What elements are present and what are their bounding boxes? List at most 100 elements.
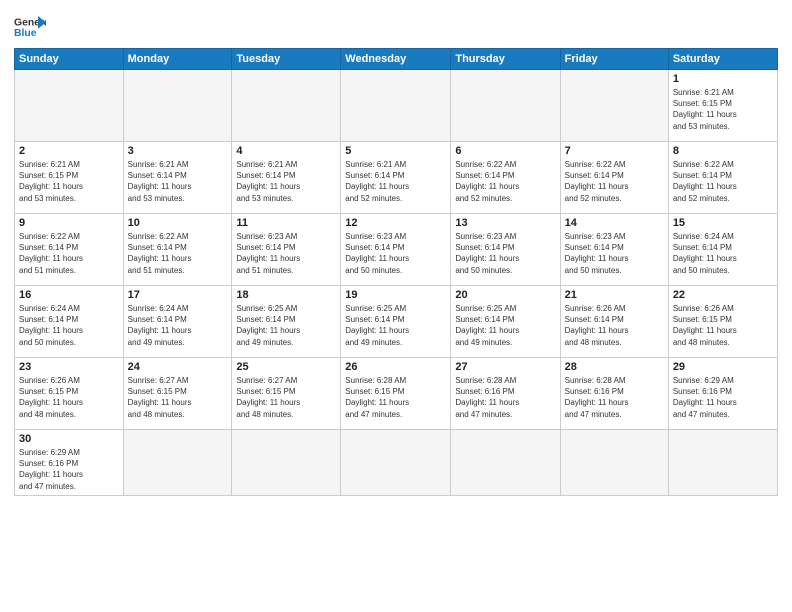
day-info: Sunrise: 6:22 AM Sunset: 6:14 PM Dayligh… xyxy=(673,159,773,204)
header: General Blue xyxy=(14,10,778,42)
day-number: 21 xyxy=(565,289,664,301)
calendar-cell: 16 Sunrise: 6:24 AM Sunset: 6:14 PM Dayli… xyxy=(15,286,124,358)
weekday-header: Monday xyxy=(123,49,232,70)
day-info: Sunrise: 6:24 AM Sunset: 6:14 PM Dayligh… xyxy=(128,303,228,348)
day-number: 1 xyxy=(673,73,773,85)
calendar-cell: 3 Sunrise: 6:21 AM Sunset: 6:14 PM Daylig… xyxy=(123,142,232,214)
day-number: 18 xyxy=(236,289,336,301)
calendar-cell: 17 Sunrise: 6:24 AM Sunset: 6:14 PM Dayli… xyxy=(123,286,232,358)
calendar-cell: 25 Sunrise: 6:27 AM Sunset: 6:15 PM Dayli… xyxy=(232,358,341,430)
day-info: Sunrise: 6:24 AM Sunset: 6:14 PM Dayligh… xyxy=(673,231,773,276)
calendar-cell xyxy=(560,70,668,142)
calendar-cell: 9 Sunrise: 6:22 AM Sunset: 6:14 PM Daylig… xyxy=(15,214,124,286)
day-info: Sunrise: 6:22 AM Sunset: 6:14 PM Dayligh… xyxy=(565,159,664,204)
day-number: 3 xyxy=(128,145,228,157)
day-info: Sunrise: 6:22 AM Sunset: 6:14 PM Dayligh… xyxy=(455,159,555,204)
day-number: 12 xyxy=(345,217,446,229)
day-info: Sunrise: 6:22 AM Sunset: 6:14 PM Dayligh… xyxy=(128,231,228,276)
day-number: 19 xyxy=(345,289,446,301)
svg-text:Blue: Blue xyxy=(14,28,37,39)
day-info: Sunrise: 6:28 AM Sunset: 6:16 PM Dayligh… xyxy=(455,375,555,420)
calendar-cell xyxy=(451,430,560,496)
day-number: 23 xyxy=(19,361,119,373)
calendar-cell: 7 Sunrise: 6:22 AM Sunset: 6:14 PM Daylig… xyxy=(560,142,668,214)
calendar-cell xyxy=(668,430,777,496)
calendar-cell: 14 Sunrise: 6:23 AM Sunset: 6:14 PM Dayli… xyxy=(560,214,668,286)
calendar-cell: 28 Sunrise: 6:28 AM Sunset: 6:16 PM Dayli… xyxy=(560,358,668,430)
weekday-header: Tuesday xyxy=(232,49,341,70)
day-number: 28 xyxy=(565,361,664,373)
day-number: 30 xyxy=(19,433,119,445)
day-info: Sunrise: 6:25 AM Sunset: 6:14 PM Dayligh… xyxy=(236,303,336,348)
day-number: 26 xyxy=(345,361,446,373)
calendar-cell: 13Sunrise: 6:23 AM Sunset: 6:14 PM Dayli… xyxy=(451,214,560,286)
day-info: Sunrise: 6:27 AM Sunset: 6:15 PM Dayligh… xyxy=(128,375,228,420)
calendar-cell: 12 Sunrise: 6:23 AM Sunset: 6:14 PM Dayli… xyxy=(341,214,451,286)
calendar-cell xyxy=(123,430,232,496)
day-info: Sunrise: 6:29 AM Sunset: 6:16 PM Dayligh… xyxy=(19,447,119,492)
day-info: Sunrise: 6:25 AM Sunset: 6:14 PM Dayligh… xyxy=(345,303,446,348)
calendar-cell: 15 Sunrise: 6:24 AM Sunset: 6:14 PM Dayli… xyxy=(668,214,777,286)
day-info: Sunrise: 6:26 AM Sunset: 6:15 PM Dayligh… xyxy=(673,303,773,348)
day-info: Sunrise: 6:28 AM Sunset: 6:16 PM Dayligh… xyxy=(565,375,664,420)
day-info: Sunrise: 6:21 AM Sunset: 6:15 PM Dayligh… xyxy=(673,87,773,132)
calendar-header-row: SundayMondayTuesdayWednesdayThursdayFrid… xyxy=(15,49,778,70)
calendar-cell: 11 Sunrise: 6:23 AM Sunset: 6:14 PM Dayli… xyxy=(232,214,341,286)
day-info: Sunrise: 6:26 AM Sunset: 6:15 PM Dayligh… xyxy=(19,375,119,420)
day-number: 10 xyxy=(128,217,228,229)
calendar-cell xyxy=(560,430,668,496)
weekday-header: Wednesday xyxy=(341,49,451,70)
day-number: 9 xyxy=(19,217,119,229)
calendar-cell: 2Sunrise: 6:21 AM Sunset: 6:15 PM Daylig… xyxy=(15,142,124,214)
day-number: 13 xyxy=(455,217,555,229)
calendar-cell: 22Sunrise: 6:26 AM Sunset: 6:15 PM Dayli… xyxy=(668,286,777,358)
calendar-cell xyxy=(341,430,451,496)
day-info: Sunrise: 6:26 AM Sunset: 6:14 PM Dayligh… xyxy=(565,303,664,348)
day-number: 5 xyxy=(345,145,446,157)
calendar-cell: 20 Sunrise: 6:25 AM Sunset: 6:14 PM Dayli… xyxy=(451,286,560,358)
calendar-cell: 1 Sunrise: 6:21 AM Sunset: 6:15 PM Daylig… xyxy=(668,70,777,142)
calendar-cell: 23 Sunrise: 6:26 AM Sunset: 6:15 PM Dayli… xyxy=(15,358,124,430)
day-info: Sunrise: 6:21 AM Sunset: 6:14 PM Dayligh… xyxy=(128,159,228,204)
day-number: 2 xyxy=(19,145,119,157)
logo-icon: General Blue xyxy=(14,14,46,42)
calendar-cell xyxy=(451,70,560,142)
calendar: SundayMondayTuesdayWednesdayThursdayFrid… xyxy=(14,48,778,496)
day-info: Sunrise: 6:27 AM Sunset: 6:15 PM Dayligh… xyxy=(236,375,336,420)
day-info: Sunrise: 6:23 AM Sunset: 6:14 PM Dayligh… xyxy=(345,231,446,276)
calendar-cell: 30 Sunrise: 6:29 AM Sunset: 6:16 PM Dayli… xyxy=(15,430,124,496)
day-number: 24 xyxy=(128,361,228,373)
day-number: 14 xyxy=(565,217,664,229)
day-number: 20 xyxy=(455,289,555,301)
calendar-cell: 5Sunrise: 6:21 AM Sunset: 6:14 PM Daylig… xyxy=(341,142,451,214)
calendar-cell: 19 Sunrise: 6:25 AM Sunset: 6:14 PM Dayli… xyxy=(341,286,451,358)
calendar-cell: 6 Sunrise: 6:22 AM Sunset: 6:14 PM Daylig… xyxy=(451,142,560,214)
calendar-cell xyxy=(232,430,341,496)
calendar-cell: 4 Sunrise: 6:21 AM Sunset: 6:14 PM Daylig… xyxy=(232,142,341,214)
day-number: 4 xyxy=(236,145,336,157)
day-info: Sunrise: 6:22 AM Sunset: 6:14 PM Dayligh… xyxy=(19,231,119,276)
day-number: 15 xyxy=(673,217,773,229)
day-number: 7 xyxy=(565,145,664,157)
day-number: 27 xyxy=(455,361,555,373)
day-number: 25 xyxy=(236,361,336,373)
day-info: Sunrise: 6:24 AM Sunset: 6:14 PM Dayligh… xyxy=(19,303,119,348)
calendar-cell xyxy=(341,70,451,142)
calendar-cell: 27 Sunrise: 6:28 AM Sunset: 6:16 PM Dayli… xyxy=(451,358,560,430)
day-info: Sunrise: 6:21 AM Sunset: 6:14 PM Dayligh… xyxy=(236,159,336,204)
weekday-header: Thursday xyxy=(451,49,560,70)
calendar-cell: 26Sunrise: 6:28 AM Sunset: 6:15 PM Dayli… xyxy=(341,358,451,430)
calendar-cell xyxy=(123,70,232,142)
day-number: 6 xyxy=(455,145,555,157)
calendar-cell: 18 Sunrise: 6:25 AM Sunset: 6:14 PM Dayli… xyxy=(232,286,341,358)
calendar-cell: 24 Sunrise: 6:27 AM Sunset: 6:15 PM Dayli… xyxy=(123,358,232,430)
day-number: 8 xyxy=(673,145,773,157)
day-number: 16 xyxy=(19,289,119,301)
calendar-cell xyxy=(15,70,124,142)
day-info: Sunrise: 6:23 AM Sunset: 6:14 PM Dayligh… xyxy=(565,231,664,276)
day-number: 11 xyxy=(236,217,336,229)
day-number: 17 xyxy=(128,289,228,301)
weekday-header: Sunday xyxy=(15,49,124,70)
day-info: Sunrise: 6:23 AM Sunset: 6:14 PM Dayligh… xyxy=(236,231,336,276)
day-info: Sunrise: 6:25 AM Sunset: 6:14 PM Dayligh… xyxy=(455,303,555,348)
